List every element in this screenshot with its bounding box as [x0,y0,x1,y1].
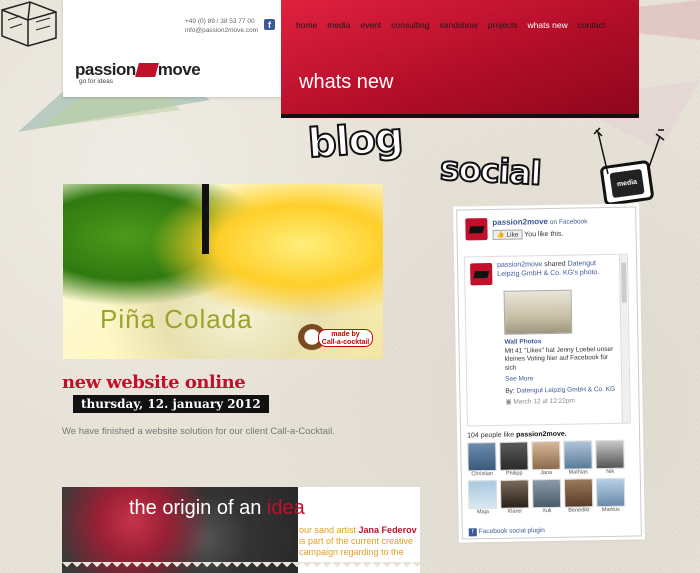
tv-antenna-icon [593,127,665,175]
nav-whats-new[interactable]: whats new [528,20,568,30]
nav-consulting[interactable]: consulting [391,20,429,30]
fb-by-name[interactable]: Datengut Leipzig GmbH & Co. KG [516,385,615,394]
fb-header: passion2move on Facebook 👍 Like You like… [465,216,588,241]
origin-text: our sand artist Jana Federov is part of … [299,525,419,558]
nav-sandshow[interactable]: sandshow [440,20,478,30]
origin-title-text: the origin of an [129,497,262,519]
fb-count-text: 104 people like [467,431,515,440]
fb-you-like: You like this. [524,230,564,239]
fb-face[interactable]: Christian [467,441,497,478]
nav-projects[interactable]: projects [488,20,518,30]
post-image[interactable]: Piña Colada made by Call-a-cocktail [63,184,383,359]
tagline: go for ideas [79,78,113,85]
fb-post-photo[interactable] [503,289,573,335]
nav-media[interactable]: media [327,20,350,30]
fb-social-plugin[interactable]: f Facebook social plugin [468,527,545,537]
facebook-icon[interactable]: f [264,19,275,30]
logo-panel: +49 (0) 89 / 38 53 77 00 info@passion2mo… [63,0,281,97]
nav-contact[interactable]: contact [578,20,605,30]
logo-mark-icon [134,63,159,77]
logo[interactable]: passion move [75,60,201,80]
fb-face[interactable]: Maja [467,479,498,516]
header-red-panel [281,0,639,118]
email-link[interactable]: info@passion2move.com [185,26,258,35]
fb-face[interactable]: Benedikt [563,478,594,514]
fb-post-time-text: March 12 at 12:22pm [513,397,575,406]
nav-event[interactable]: event [360,20,381,30]
origin-teaser[interactable]: the origin of an idea our sand artist Ja… [62,487,420,573]
fb-by-label: By: [505,387,515,395]
fb-faces-grid: Christian Philipp Jana Mathias Nik Maja … [467,439,634,516]
facebook-like-box: passion2move on Facebook 👍 Like You like… [456,206,642,540]
origin-title: the origin of an idea [129,497,305,520]
post-date: thursday, 12. january 2012 [73,395,269,413]
phone-number: +49 (0) 89 / 38 53 77 00 [185,18,255,25]
origin-text-post: is part of the current creative campaign… [299,536,414,557]
origin-text-pre: our sand artist [299,525,357,535]
page-title: whats new [299,71,394,93]
fb-photo-desc: Mit 41 "Likes" hat Jenny Loebel unser kl… [504,345,614,372]
fb-face[interactable]: Klarer [499,479,530,515]
fb-post-text: passion2move shared Datengut Leipzig Gmb… [497,259,615,279]
fb-scroll-thumb[interactable] [621,262,627,303]
fb-see-more[interactable]: See More [505,374,621,385]
fb-face[interactable]: Jana [531,440,561,477]
contact-info: +49 (0) 89 / 38 53 77 00 info@passion2mo… [185,17,258,35]
fb-page-avatar[interactable] [465,218,488,241]
fb-on-facebook[interactable]: on Facebook [550,218,588,226]
fb-face[interactable]: Nik [595,439,625,476]
origin-title-highlight: idea [266,497,305,519]
fb-plugin-icon: f [468,528,477,537]
fb-feed[interactable]: passion2move shared Datengut Leipzig Gmb… [463,253,631,427]
post-image-caption: Piña Colada [100,304,253,334]
post-excerpt: We have finished a website solution for … [62,426,335,437]
logo-text-right: move [157,60,201,79]
logo-text-left: passion [75,60,136,79]
fb-plugin-label: Facebook social plugin [478,527,545,536]
main-nav: home media event consulting sandshow pro… [296,20,615,30]
zigzag-edge [62,562,420,573]
badge-line1: made by [331,331,360,338]
fb-scrollbar[interactable] [618,254,630,425]
social-heading: social [438,147,543,193]
fb-post-time: ▣ March 12 at 12:22pm [505,397,575,406]
fb-face[interactable]: Mathias [563,440,593,476]
fb-face[interactable]: Xuli [531,478,562,515]
fb-face[interactable]: Philipp [499,441,529,477]
badge-line2: Call-a-cocktail [321,339,370,346]
fb-post-avatar[interactable] [470,262,493,286]
fb-like-count: 104 people like passion2move. [467,431,567,440]
sketch-cube-icon [1,1,57,47]
made-by-badge: made by Call-a-cocktail [318,329,373,347]
fb-post-action: shared [544,260,566,269]
nav-home[interactable]: home [296,20,317,30]
fb-like-button[interactable]: 👍 Like [492,229,523,240]
fb-face[interactable]: Markus [595,477,626,514]
blog-heading: blog [306,114,405,168]
fb-count-name[interactable]: passion2move. [516,431,567,439]
fb-by: By: Datengut Leipzig GmbH & Co. KG [505,385,621,396]
post-title[interactable]: new website online [62,372,246,393]
origin-text-name: Jana Federov [358,525,417,535]
straw-shape [202,184,209,254]
fb-post-author[interactable]: passion2move [497,261,542,269]
fb-like-label: Like [506,231,519,239]
fb-photo-details: Wall Photos Mit 41 "Likes" hat Jenny Loe… [504,337,621,408]
